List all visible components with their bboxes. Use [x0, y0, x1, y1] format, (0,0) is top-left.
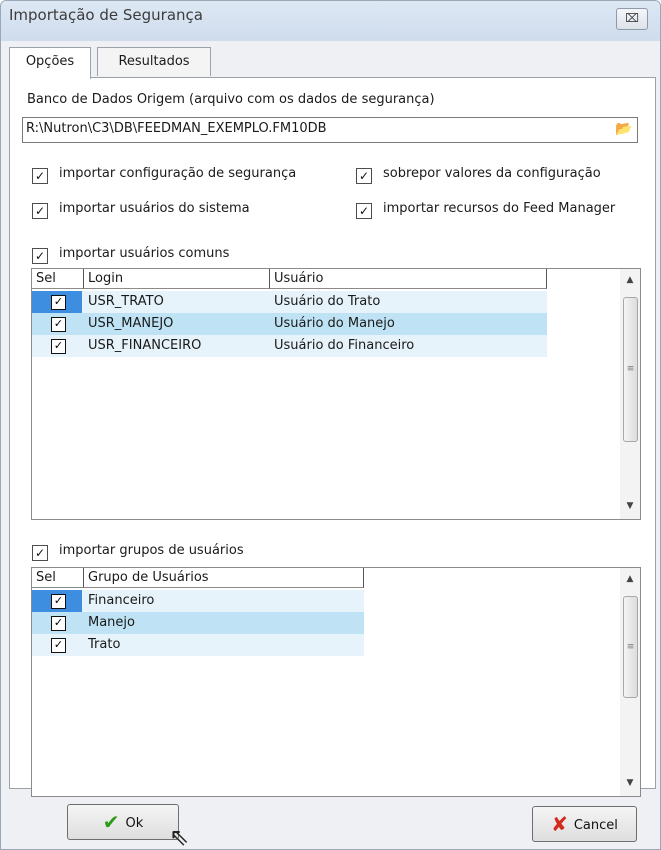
x-icon: ✘	[551, 812, 568, 836]
window-title: Importação de Segurança	[9, 6, 203, 24]
column-header-grupo[interactable]: Grupo de Usuários	[84, 568, 364, 588]
row-checkbox[interactable]: ✓	[51, 594, 66, 609]
users-table[interactable]: Sel Login Usuário ✓ USR_TRATO Usuário do…	[31, 268, 641, 520]
scroll-down-arrow-icon[interactable]: ▼	[620, 497, 640, 515]
scroll-thumb[interactable]: ≡	[623, 297, 638, 442]
login-cell: USR_FINANCEIRO	[88, 338, 202, 353]
usuario-cell: Usuário do Trato	[274, 294, 381, 309]
import-security-config-checkbox[interactable]: ✓	[32, 168, 48, 184]
ok-button[interactable]: ✔ Ok	[67, 804, 179, 840]
grupo-cell: Financeiro	[88, 593, 155, 608]
row-checkbox[interactable]: ✓	[51, 339, 66, 354]
sel-cell[interactable]: ✓	[32, 291, 82, 313]
folder-open-icon[interactable]: 📂	[613, 119, 635, 139]
import-system-users-label: importar usuários do sistema	[59, 201, 250, 216]
column-header-sel[interactable]: Sel	[32, 269, 84, 289]
login-cell: USR_TRATO	[88, 294, 164, 309]
row-checkbox[interactable]: ✓	[51, 638, 66, 653]
import-feed-manager-resources-checkbox[interactable]: ✓	[356, 203, 372, 219]
source-db-label: Banco de Dados Origem (arquivo com os da…	[27, 92, 435, 107]
sel-cell[interactable]: ✓	[32, 634, 82, 656]
row-checkbox[interactable]: ✓	[51, 317, 66, 332]
checkmark-icon: ✔	[102, 810, 120, 834]
import-user-groups-label: importar grupos de usuários	[59, 543, 244, 558]
mouse-pointer-icon: ⇖	[169, 823, 190, 850]
source-db-field[interactable]: R:\Nutron\C3\DB\FEEDMAN_EXEMPLO.FM10DB 📂	[22, 117, 638, 143]
groups-table-scrollbar[interactable]: ▲ ≡ ▼	[620, 568, 640, 796]
groups-table[interactable]: Sel Grupo de Usuários ✓ Financeiro ✓ Man…	[31, 567, 641, 797]
grupo-cell: Trato	[88, 637, 121, 652]
users-table-scrollbar[interactable]: ▲ ≡ ▼	[620, 269, 640, 519]
row-checkbox[interactable]: ✓	[51, 616, 66, 631]
cancel-button[interactable]: ✘ Cancel	[532, 806, 637, 842]
column-header-usuario[interactable]: Usuário	[270, 269, 547, 289]
sel-cell[interactable]: ✓	[32, 590, 82, 612]
login-cell: USR_MANEJO	[88, 316, 174, 331]
source-db-value: R:\Nutron\C3\DB\FEEDMAN_EXEMPLO.FM10DB	[26, 121, 327, 136]
title-bar: Importação de Segurança ⌧	[1, 1, 660, 41]
table-row[interactable]: ✓ USR_TRATO Usuário do Trato	[32, 291, 547, 313]
sel-cell[interactable]: ✓	[32, 335, 82, 357]
table-row[interactable]: ✓ Trato	[32, 634, 364, 656]
sel-cell[interactable]: ✓	[32, 612, 82, 634]
cancel-label: Cancel	[573, 818, 618, 833]
ok-label: Ok	[125, 816, 144, 831]
import-common-users-checkbox[interactable]: ✓	[32, 248, 48, 264]
tab-resultados[interactable]: Resultados	[97, 47, 211, 76]
usuario-cell: Usuário do Financeiro	[274, 338, 415, 353]
grupo-cell: Manejo	[88, 615, 135, 630]
import-feed-manager-resources-label: importar recursos do Feed Manager	[383, 201, 616, 216]
import-system-users-checkbox[interactable]: ✓	[32, 203, 48, 219]
column-header-sel[interactable]: Sel	[32, 568, 84, 588]
scroll-thumb[interactable]: ≡	[623, 596, 638, 698]
table-row[interactable]: ✓ Financeiro	[32, 590, 364, 612]
import-user-groups-checkbox[interactable]: ✓	[32, 545, 48, 561]
import-security-config-label: importar configuração de segurança	[59, 166, 297, 181]
table-row[interactable]: ✓ Manejo	[32, 612, 364, 634]
table-row[interactable]: ✓ USR_MANEJO Usuário do Manejo	[32, 313, 547, 335]
close-button[interactable]: ⌧	[616, 8, 648, 30]
sel-cell[interactable]: ✓	[32, 313, 82, 335]
import-common-users-label: importar usuários comuns	[59, 246, 230, 261]
tab-opcoes[interactable]: Opções	[9, 47, 91, 79]
overwrite-config-checkbox[interactable]: ✓	[356, 168, 372, 184]
scroll-down-arrow-icon[interactable]: ▼	[620, 774, 640, 792]
table-row[interactable]: ✓ USR_FINANCEIRO Usuário do Financeiro	[32, 335, 547, 357]
scroll-up-arrow-icon[interactable]: ▲	[620, 570, 640, 588]
scroll-up-arrow-icon[interactable]: ▲	[620, 271, 640, 289]
column-header-login[interactable]: Login	[84, 269, 270, 289]
overwrite-config-label: sobrepor valores da configuração	[383, 166, 601, 181]
import-security-dialog: Importação de Segurança ⌧ Opções Resulta…	[0, 0, 661, 850]
usuario-cell: Usuário do Manejo	[274, 316, 395, 331]
row-checkbox[interactable]: ✓	[51, 295, 66, 310]
